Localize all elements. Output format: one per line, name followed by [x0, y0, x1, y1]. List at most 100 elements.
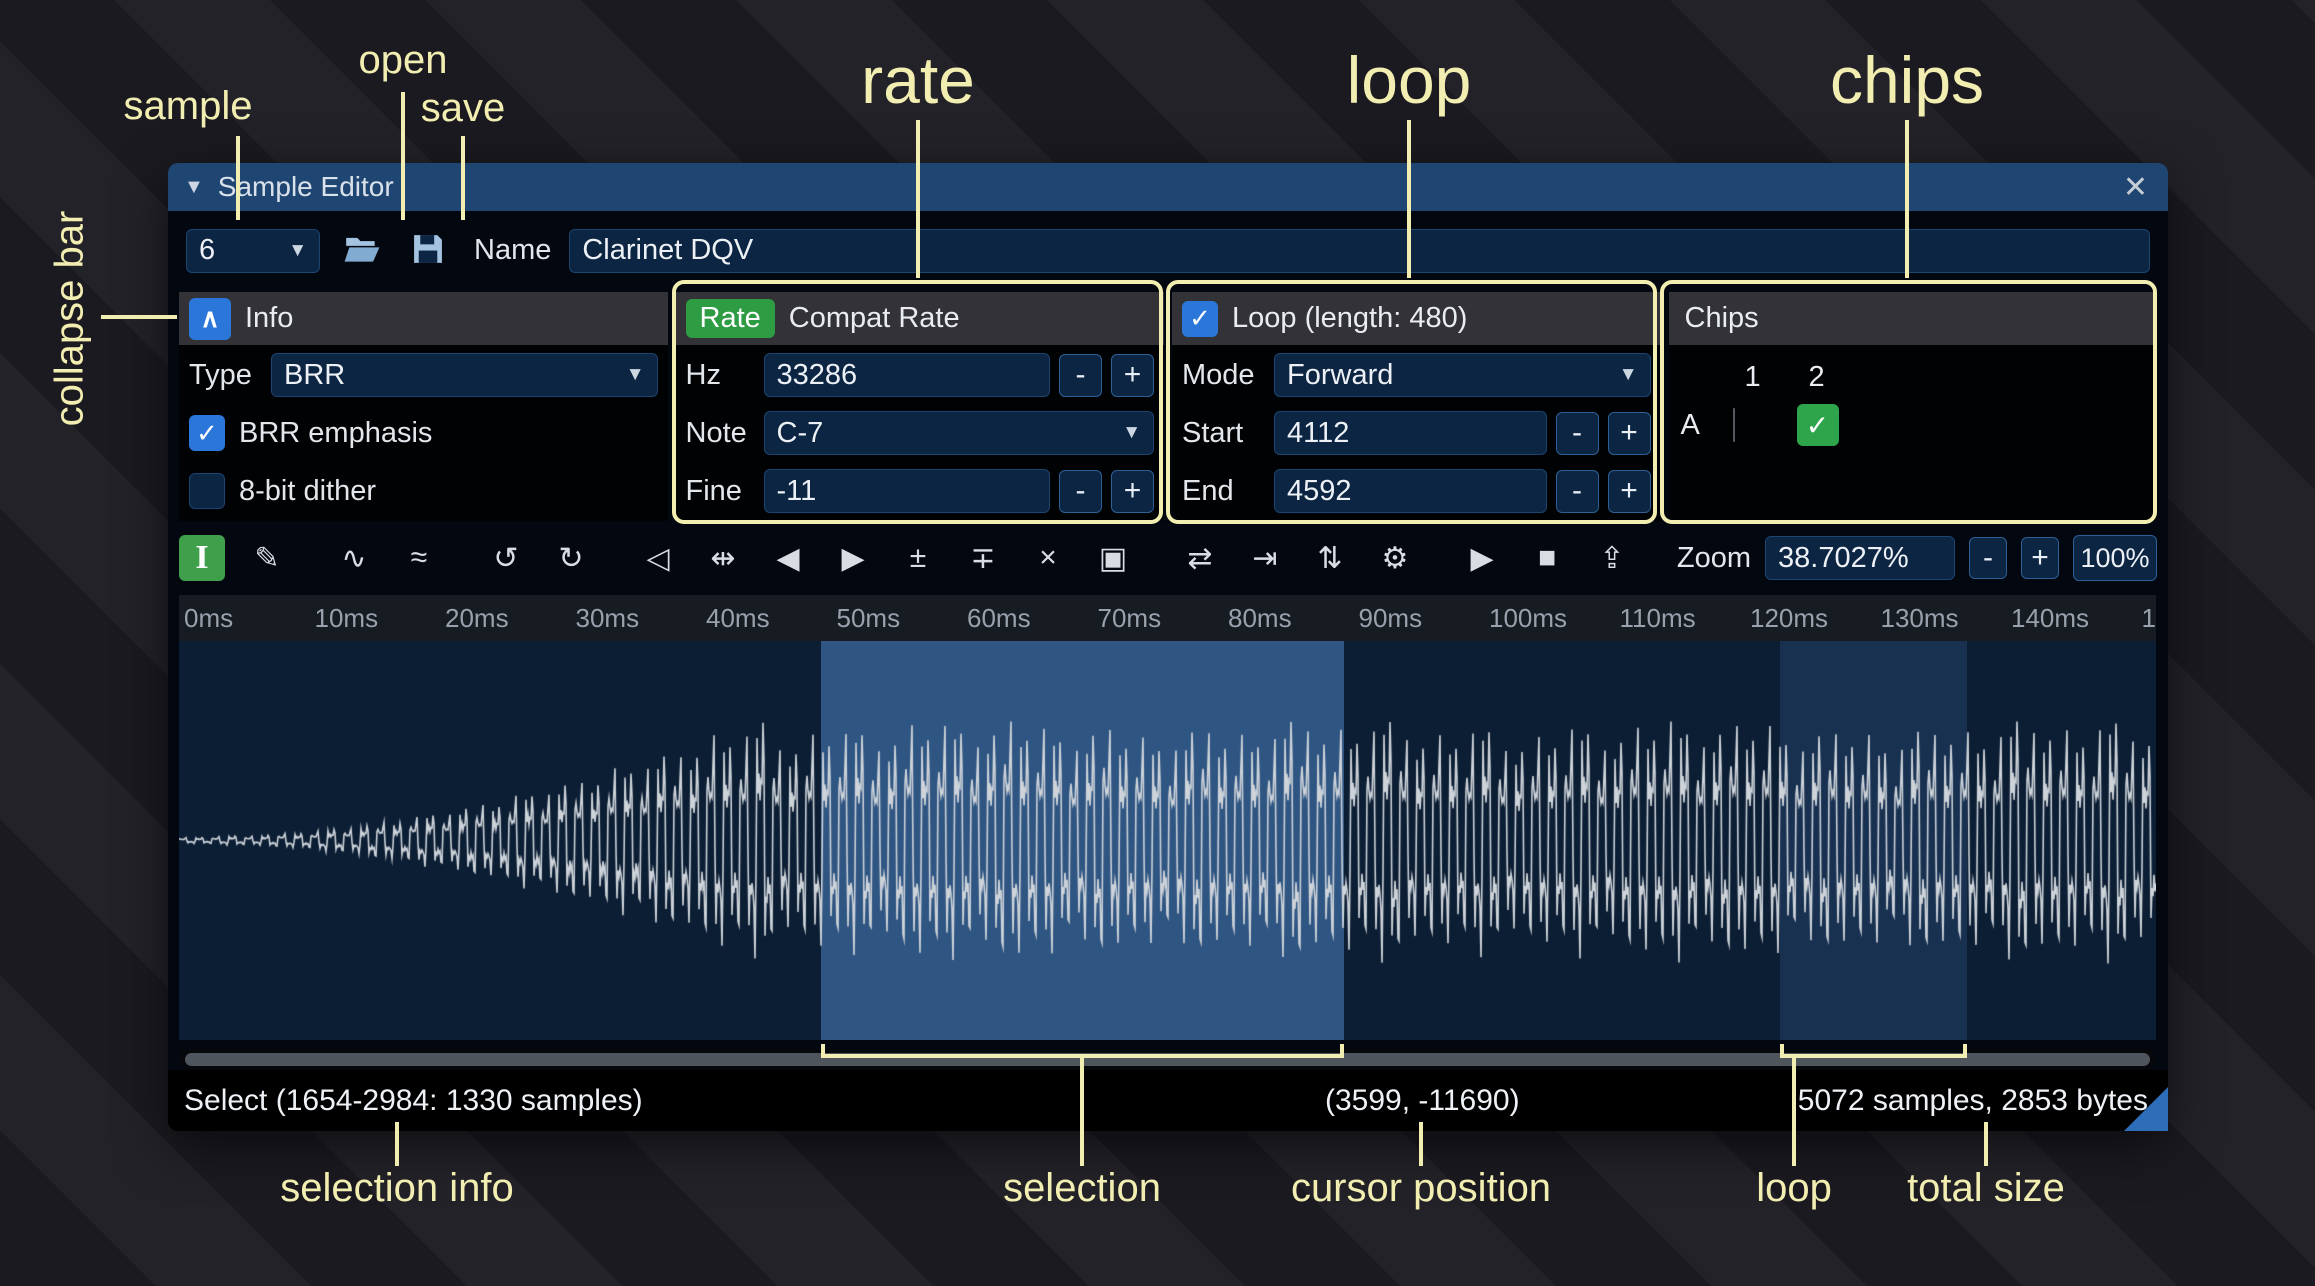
- loop-enable-checkbox[interactable]: ✓: [1182, 301, 1218, 337]
- export-icon[interactable]: ⇪: [1589, 535, 1635, 581]
- waveform-canvas[interactable]: [179, 641, 2156, 1040]
- annotation-selection-info: selection info: [280, 1166, 513, 1211]
- loop-end-plus-button[interactable]: +: [1608, 470, 1651, 513]
- insert-icon[interactable]: ±: [895, 535, 941, 581]
- dither-label: 8-bit dither: [239, 475, 376, 508]
- note-label: Note: [686, 417, 764, 450]
- name-label: Name: [474, 234, 551, 267]
- selection-info-text: Select (1654-2984: 1330 samples): [184, 1084, 643, 1118]
- annotation-cursor-position: cursor position: [1291, 1166, 1551, 1211]
- annotation-loop: loop: [1347, 42, 1472, 118]
- zoom-out-button[interactable]: -: [1969, 537, 2007, 579]
- delete-icon[interactable]: ×: [1025, 535, 1071, 581]
- resize-grip[interactable]: [2124, 1087, 2168, 1131]
- sample-editor-window: ▼ Sample Editor ✕ 6 ▼: [168, 163, 2168, 1131]
- time-tick: 10ms: [310, 603, 441, 634]
- time-tick: 100ms: [1484, 603, 1615, 634]
- zoom-in-button[interactable]: +: [2021, 537, 2059, 579]
- volume-icon[interactable]: ◁: [635, 535, 681, 581]
- silence-icon[interactable]: ∓: [960, 535, 1006, 581]
- hz-plus-button[interactable]: +: [1111, 354, 1154, 397]
- window-collapse-icon[interactable]: ▼: [184, 176, 204, 199]
- toolbar: I ✎ ∿ ≈ ↺ ↻ ◁ ⇹ ◀ ▶ ± ∓ × ▣ ⇄ ⇥ ⇅ ⚙ ▶ ■ …: [168, 533, 2168, 583]
- reverse-icon[interactable]: ⇄: [1177, 535, 1223, 581]
- controls-row: 6 ▼ Name Clarinet DQV: [168, 226, 2168, 275]
- stop-icon[interactable]: ■: [1524, 535, 1570, 581]
- invert-icon[interactable]: ⇅: [1307, 535, 1353, 581]
- total-size-text: 5072 samples, 2853 bytes: [1798, 1084, 2148, 1118]
- type-select[interactable]: BRR ▼: [271, 353, 658, 397]
- chips-panel-header: Chips: [1669, 292, 2158, 345]
- save-button[interactable]: [404, 229, 452, 273]
- annotation-loop-marker: loop: [1756, 1166, 1832, 1211]
- brr-emphasis-checkbox[interactable]: ✓: [189, 415, 225, 451]
- loop-start-minus-button[interactable]: -: [1556, 412, 1599, 455]
- resize-icon[interactable]: ⇹: [700, 535, 746, 581]
- filter-icon[interactable]: ⚙: [1372, 535, 1418, 581]
- play-icon[interactable]: ▶: [1459, 535, 1505, 581]
- sample-name-input[interactable]: Clarinet DQV: [569, 229, 2150, 273]
- waveform-view[interactable]: [179, 641, 2156, 1040]
- chips-row-a: A: [1681, 409, 1733, 442]
- rate-panel-title: Compat Rate: [789, 302, 960, 335]
- horizontal-scrollbar[interactable]: [179, 1049, 2156, 1070]
- chip-2-checkbox[interactable]: ✓: [1797, 404, 1839, 446]
- edit-cursor-icon[interactable]: I: [179, 535, 225, 581]
- loop-mode-select[interactable]: Forward ▼: [1274, 353, 1651, 397]
- prev-sample-icon[interactable]: ◀: [765, 535, 811, 581]
- time-tick: 140ms: [2006, 603, 2137, 634]
- open-button[interactable]: [338, 229, 386, 273]
- dither-checkbox[interactable]: [189, 473, 225, 509]
- zoom-value-input[interactable]: 38.7027%: [1765, 536, 1955, 580]
- time-tick: 130ms: [1876, 603, 2007, 634]
- note-select-value: C-7: [777, 417, 824, 450]
- titlebar[interactable]: ▼ Sample Editor ✕: [168, 163, 2168, 211]
- loop-start-plus-button[interactable]: +: [1608, 412, 1651, 455]
- undo-icon[interactable]: ↺: [483, 535, 529, 581]
- append-icon[interactable]: ⇥: [1242, 535, 1288, 581]
- timeline-ruler[interactable]: 0ms 10ms 20ms 30ms 40ms 50ms 60ms 70ms 8…: [179, 595, 2156, 641]
- stretch-icon[interactable]: ≈: [396, 535, 442, 581]
- chip-1-checkbox[interactable]: [1733, 408, 1735, 442]
- window-title: Sample Editor: [218, 171, 394, 203]
- sample-selector[interactable]: 6 ▼: [186, 229, 320, 273]
- scrollbar-thumb[interactable]: [185, 1053, 2150, 1066]
- hz-input[interactable]: 33286: [764, 353, 1051, 397]
- annotation-chips: chips: [1830, 42, 1984, 118]
- loop-end-input[interactable]: 4592: [1274, 469, 1547, 513]
- hz-minus-button[interactable]: -: [1059, 354, 1102, 397]
- fine-plus-button[interactable]: +: [1111, 470, 1154, 513]
- zoom-reset-button[interactable]: 100%: [2073, 535, 2157, 581]
- note-select[interactable]: C-7 ▼: [764, 411, 1155, 455]
- chevron-down-icon: ▼: [288, 240, 307, 262]
- collapse-bar-button[interactable]: ∧: [189, 298, 231, 340]
- zoom-label: Zoom: [1677, 542, 1751, 575]
- fine-input[interactable]: -11: [764, 469, 1051, 513]
- panels-row: ∧ Info Type BRR ▼ ✓ BRR emphasis 8-b: [168, 292, 2168, 521]
- info-panel-header: ∧ Info: [179, 292, 668, 345]
- loop-mode-value: Forward: [1287, 359, 1393, 392]
- type-label: Type: [189, 359, 271, 392]
- rate-panel: Rate Compat Rate Hz 33286 - + Note C-7 ▼: [676, 292, 1165, 521]
- loop-panel-header: ✓ Loop (length: 480): [1172, 292, 1661, 345]
- chevron-down-icon: ▼: [1619, 364, 1638, 386]
- loop-start-label: Start: [1182, 417, 1274, 450]
- rate-badge: Rate: [686, 299, 775, 338]
- crop-icon[interactable]: ▣: [1090, 535, 1136, 581]
- time-tick: 60ms: [962, 603, 1093, 634]
- next-sample-icon[interactable]: ▶: [830, 535, 876, 581]
- chevron-down-icon: ▼: [1122, 422, 1141, 444]
- annotation-save: save: [421, 86, 506, 131]
- fine-minus-button[interactable]: -: [1059, 470, 1102, 513]
- chips-panel: Chips 1 2 A ✓: [1669, 292, 2158, 521]
- pencil-icon[interactable]: ✎: [244, 535, 290, 581]
- redo-icon[interactable]: ↻: [548, 535, 594, 581]
- loop-start-input[interactable]: 4112: [1274, 411, 1547, 455]
- close-icon[interactable]: ✕: [2123, 170, 2148, 205]
- time-tick: 0ms: [179, 603, 310, 634]
- folder-open-icon: [343, 233, 381, 268]
- time-tick: 80ms: [1223, 603, 1354, 634]
- resample-icon[interactable]: ∿: [331, 535, 377, 581]
- loop-end-minus-button[interactable]: -: [1556, 470, 1599, 513]
- loop-mode-label: Mode: [1182, 359, 1274, 392]
